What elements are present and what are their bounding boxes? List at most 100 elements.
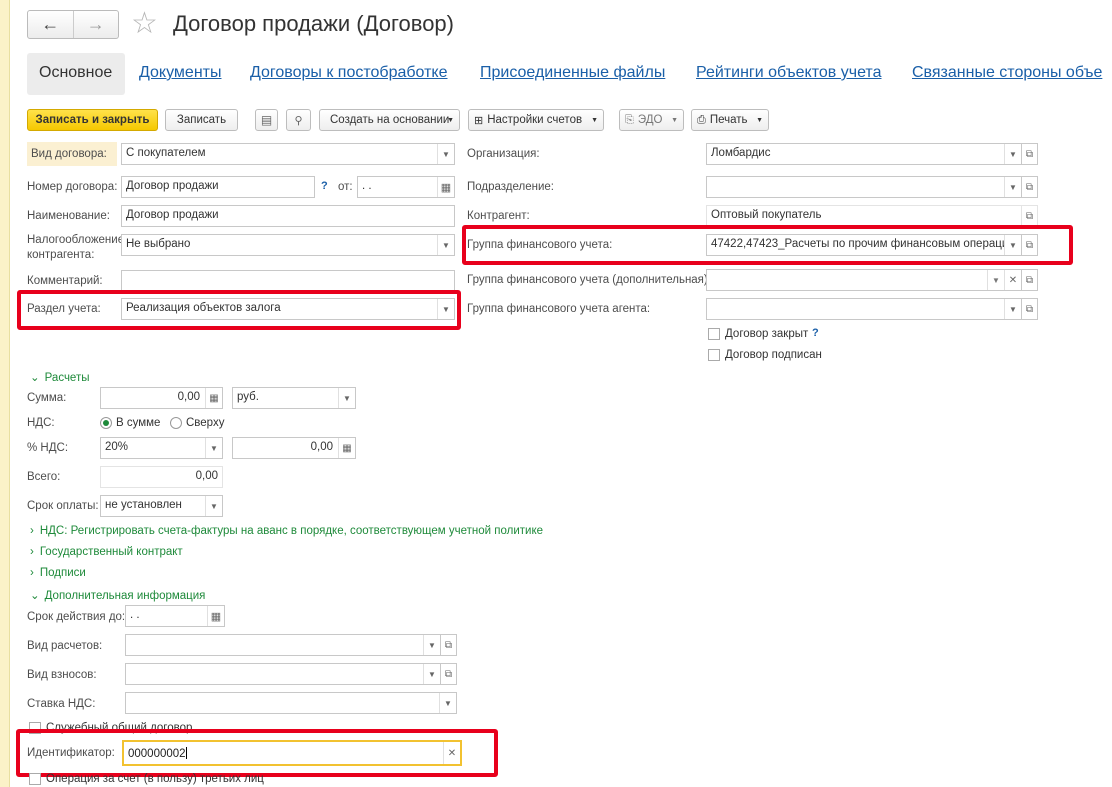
vat-rate-select[interactable]: ▼ [125,692,457,714]
division-select[interactable]: ▼ [706,176,1022,198]
name-label: Наименование: [27,210,110,222]
tab-documents[interactable]: Документы [139,64,221,82]
contribution-type-select[interactable]: ▼ [125,663,441,685]
fin-group-add-select[interactable]: ▼ ✕ [706,269,1022,291]
currency-select[interactable]: руб. ▼ [232,387,356,409]
create-based-button[interactable]: Создать на основании ▼ [319,109,460,131]
dropdown-arrow-icon: ▼ [756,116,763,124]
additional-section-toggle[interactable]: ⌄ Дополнительная информация [30,588,205,602]
vat-pct-select[interactable]: 20% ▼ [100,437,223,459]
chevron-down-icon[interactable]: ▼ [437,235,454,255]
radio-dot [103,420,109,426]
tab-attached-files[interactable]: Присоединенные файлы [480,64,665,82]
vat-in-sum-radio[interactable] [100,417,112,429]
open-icon[interactable]: ⧉ [1021,176,1038,198]
open-icon[interactable]: ⧉ [440,663,457,685]
chevron-down-icon[interactable]: ▼ [1004,299,1021,319]
forward-button[interactable]: → [74,11,119,38]
contract-date-label: от: [338,181,353,193]
window-title: Договор продажи (Договор) [173,11,454,36]
payments-section-toggle[interactable]: ⌄ Расчеты [30,370,89,384]
open-icon[interactable]: ⧉ [1021,205,1038,227]
third-party-checkbox[interactable] [29,773,41,785]
chevron-down-icon[interactable]: ▼ [439,693,456,713]
back-button[interactable]: ← [28,11,74,38]
chevron-down-icon[interactable]: ▼ [987,270,1004,290]
highlight-identifier [16,729,498,777]
fin-group-add-label: Группа финансового учета (дополнительная… [467,274,711,286]
left-panel-strip [0,0,10,787]
highlight-fin-group [462,225,1073,265]
organization-select[interactable]: Ломбардис ▼ [706,143,1022,165]
vat-label: НДС: [27,417,55,429]
dropdown-arrow-icon: ▼ [447,116,454,124]
help-icon[interactable]: ? [321,180,328,192]
contract-closed-checkbox[interactable] [708,328,720,340]
print-button[interactable]: ⎙ Печать ▼ [691,109,769,131]
organization-label: Организация: [467,148,540,160]
chevron-down-icon[interactable]: ▼ [423,664,440,684]
vat-amount-input[interactable]: 0,00 ▦ [232,437,356,459]
save-close-button[interactable]: Записать и закрыть [27,109,158,131]
chevron-down-icon[interactable]: ▼ [1004,144,1021,164]
payment-term-select[interactable]: не установлен ▼ [100,495,223,517]
open-icon[interactable]: ⧉ [1021,143,1038,165]
settlement-type-select[interactable]: ▼ [125,634,441,656]
edo-icon: ⎘ [625,113,634,126]
calculator-icon[interactable]: ▦ [338,438,355,458]
counterparty-field[interactable]: Оптовый покупатель [706,205,1022,227]
list-button[interactable]: ▤ [255,109,278,131]
open-icon[interactable]: ⧉ [440,634,457,656]
calendar-icon[interactable]: ▦ [207,606,224,626]
name-input[interactable]: Договор продажи [121,205,455,227]
vat-pct-label: % НДС: [27,442,69,454]
sum-input[interactable]: 0,00 ▦ [100,387,223,409]
calculator-icon[interactable]: ▦ [205,388,222,408]
open-icon[interactable]: ⧉ [1021,269,1038,291]
vat-invoices-section-toggle[interactable]: › НДС: Регистрировать счета-фактуры на ав… [30,525,543,537]
contract-type-select[interactable]: С покупателем ▼ [121,143,455,165]
edo-button[interactable]: ⎘ ЭДО ▼ [619,109,684,131]
printer-icon: ⎙ [697,113,706,126]
chevron-down-icon[interactable]: ▼ [338,388,355,408]
calendar-icon[interactable]: ▦ [437,177,454,197]
comment-input[interactable] [121,270,455,292]
chevron-down-icon[interactable]: ▼ [205,496,222,516]
total-field: 0,00 [100,466,223,488]
sum-label: Сумма: [27,392,67,404]
help-icon[interactable]: ? [812,327,819,339]
list-icon: ▤ [260,113,273,127]
taxation-label-1: Налогообложение [27,234,125,246]
tab-postprocessing[interactable]: Договоры к постобработке [250,64,448,82]
chevron-down-icon: ⌄ [30,590,40,602]
tab-related-parties[interactable]: Связанные стороны объе [912,64,1102,82]
tab-ratings[interactable]: Рейтинги объектов учета [696,64,881,82]
valid-until-input[interactable]: . . ▦ [125,605,225,627]
save-button[interactable]: Записать [165,109,238,131]
chevron-down-icon[interactable]: ▼ [437,144,454,164]
third-party-label: Операция за счет (в пользу) третьих лиц [46,773,264,785]
chevron-down-icon[interactable]: ▼ [205,438,222,458]
signatures-section-toggle[interactable]: › Подписи [30,567,86,579]
vat-rate-label: Ставка НДС: [27,698,96,710]
contract-number-input[interactable]: Договор продажи [121,176,315,198]
taxation-select[interactable]: Не выбрано ▼ [121,234,455,256]
gov-contract-section-toggle[interactable]: › Государственный контракт [30,546,183,558]
open-icon[interactable]: ⧉ [1021,298,1038,320]
chevron-down-icon[interactable]: ▼ [423,635,440,655]
fin-group-agent-select[interactable]: ▼ [706,298,1022,320]
clear-icon[interactable]: ✕ [1004,270,1021,290]
fin-group-agent-label: Группа финансового учета агента: [467,303,651,315]
contract-signed-checkbox[interactable] [708,349,720,361]
comment-label: Комментарий: [27,275,103,287]
vat-on-top-label: Сверху [186,417,225,429]
favorite-star-icon[interactable]: ☆ [131,6,158,42]
account-settings-button[interactable]: ⊞ Настройки счетов ▼ [468,109,604,131]
tab-main-label[interactable]: Основное [39,64,112,82]
attach-button[interactable]: ⚲ [286,109,311,131]
chevron-down-icon[interactable]: ▼ [1004,177,1021,197]
contract-date-input[interactable]: . . ▦ [357,176,455,198]
vat-on-top-radio[interactable] [170,417,182,429]
chevron-right-icon: › [30,567,34,579]
arrow-left-icon: ← [41,14,60,34]
